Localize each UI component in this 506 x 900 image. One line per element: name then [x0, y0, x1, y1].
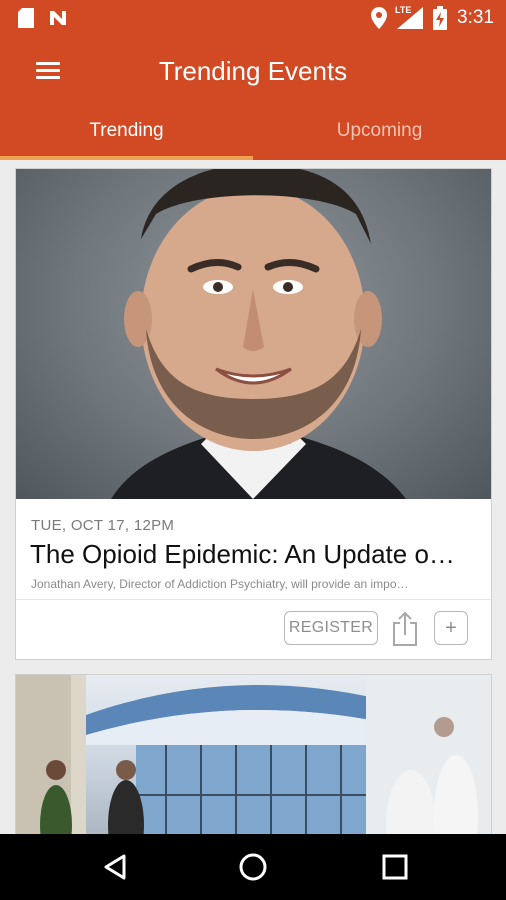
- register-button[interactable]: REGISTER: [284, 611, 378, 645]
- page-title: Trending Events: [158, 56, 348, 86]
- speaker-portrait: [111, 169, 406, 499]
- event-card[interactable]: TUE, OCT 17, 12PM The Opioid Epidemic: A…: [15, 168, 492, 660]
- system-nav-bar: [0, 834, 506, 900]
- event-feed[interactable]: TUE, OCT 17, 12PM The Opioid Epidemic: A…: [0, 160, 506, 834]
- event-description: Jonathan Avery, Director of Addiction Ps…: [31, 577, 409, 591]
- tab-trending[interactable]: Trending: [0, 114, 253, 160]
- network-type: LTE: [395, 5, 412, 15]
- sd-card-icon: [18, 8, 34, 28]
- tab-upcoming[interactable]: Upcoming: [253, 114, 506, 160]
- app-bar: Trending Events Trending Upcoming: [0, 36, 506, 160]
- back-icon[interactable]: [100, 852, 130, 882]
- building-lobby-image: [16, 675, 491, 834]
- status-time: 3:31: [457, 7, 494, 28]
- event-date: TUE, OCT 17, 12PM: [31, 517, 175, 534]
- event-title[interactable]: The Opioid Epidemic: An Update o…: [30, 539, 480, 570]
- event-photo[interactable]: [16, 169, 491, 499]
- event-photo[interactable]: [16, 675, 491, 834]
- signal-icon: LTE: [395, 5, 424, 29]
- location-icon: [371, 7, 388, 29]
- n-notification-icon: [50, 11, 66, 25]
- event-card[interactable]: [15, 674, 492, 834]
- share-icon[interactable]: [392, 611, 418, 647]
- status-bar: LTE 3:31: [0, 0, 506, 36]
- battery-charging-icon: [433, 6, 448, 30]
- add-to-calendar-button[interactable]: +: [434, 611, 468, 645]
- card-divider: [16, 599, 491, 600]
- status-right-icons: LTE 3:31: [371, 5, 494, 30]
- home-icon[interactable]: [238, 852, 268, 882]
- tab-bar: Trending Upcoming: [0, 114, 506, 160]
- recents-icon[interactable]: [380, 852, 410, 882]
- status-left-icons: [18, 8, 68, 28]
